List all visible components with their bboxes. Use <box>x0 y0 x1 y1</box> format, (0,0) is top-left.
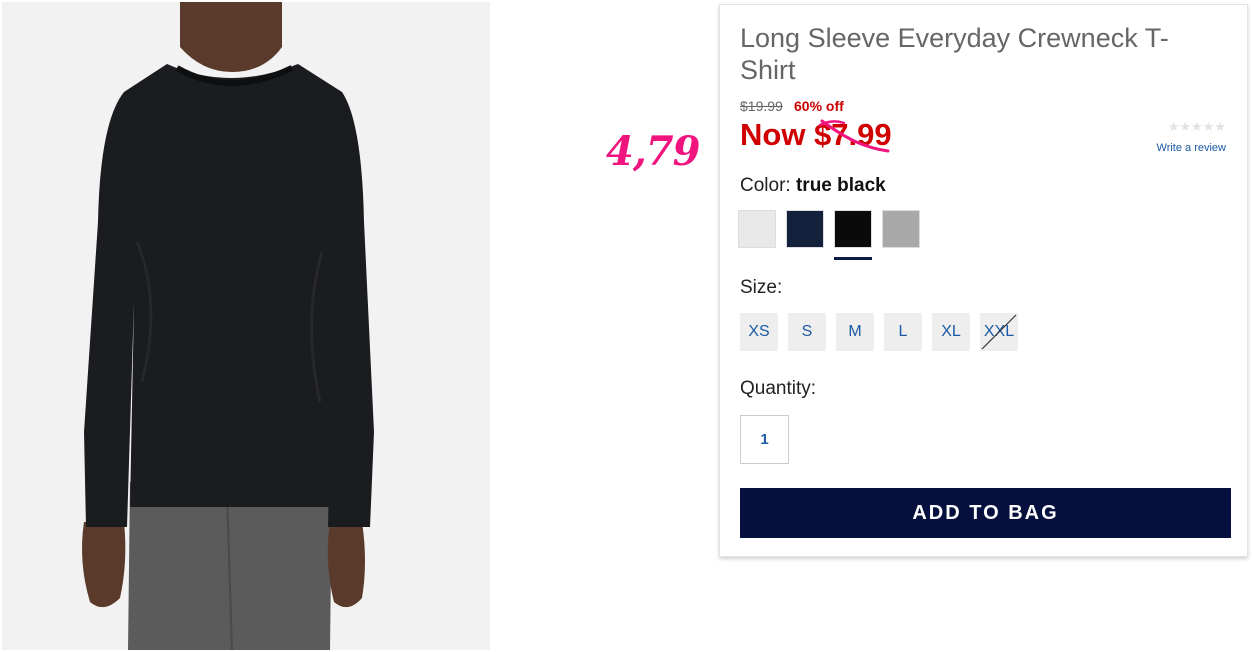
add-to-bag-button[interactable]: ADD TO BAG <box>740 488 1231 538</box>
size-xxl-button-unavailable[interactable]: XXL <box>980 313 1018 351</box>
color-selector-label: Color: true black <box>740 175 886 197</box>
color-swatches <box>738 210 920 262</box>
quantity-label: Quantity: <box>740 378 817 399</box>
write-review-link[interactable]: Write a review <box>1157 142 1226 154</box>
size-label: Size: <box>740 277 783 298</box>
swatch-white[interactable] <box>738 210 776 262</box>
size-s-button[interactable]: S <box>788 313 826 351</box>
model-wearing-shirt-illustration <box>2 2 490 650</box>
swatch-true-black[interactable] <box>834 210 872 262</box>
rating-stars-icon: ★★★★★ <box>1167 119 1226 134</box>
swatch-color-heather-grey <box>882 210 920 248</box>
swatch-color-navy <box>786 210 824 248</box>
size-xs-button[interactable]: XS <box>740 313 778 351</box>
quantity-input[interactable]: 1 <box>740 415 789 464</box>
size-m-button[interactable]: M <box>836 313 874 351</box>
handwritten-price-annotation: 4,79 <box>606 128 700 175</box>
rating-block: ★★★★★ Write a review <box>1157 119 1226 155</box>
size-xl-button[interactable]: XL <box>932 313 970 351</box>
swatch-color-true-black <box>834 210 872 248</box>
percent-off-badge: 60% off <box>794 98 844 114</box>
product-image <box>2 2 490 650</box>
product-title: Long Sleeve Everyday Crewneck T-Shirt <box>740 23 1169 85</box>
size-options: XS S M L XL XXL <box>740 313 1018 351</box>
sale-price: Now $7.99 <box>740 117 892 152</box>
selected-color-name: true black <box>795 175 886 196</box>
product-details-card: Long Sleeve Everyday Crewneck T-Shirt $1… <box>719 4 1248 557</box>
swatch-color-white <box>738 210 776 248</box>
swatch-navy[interactable] <box>786 210 824 262</box>
color-label: Color: <box>740 175 791 196</box>
unavailable-slash-icon <box>981 314 1017 350</box>
original-price: $19.99 <box>740 98 783 114</box>
size-l-button[interactable]: L <box>884 313 922 351</box>
swatch-heather-grey[interactable] <box>882 210 920 262</box>
